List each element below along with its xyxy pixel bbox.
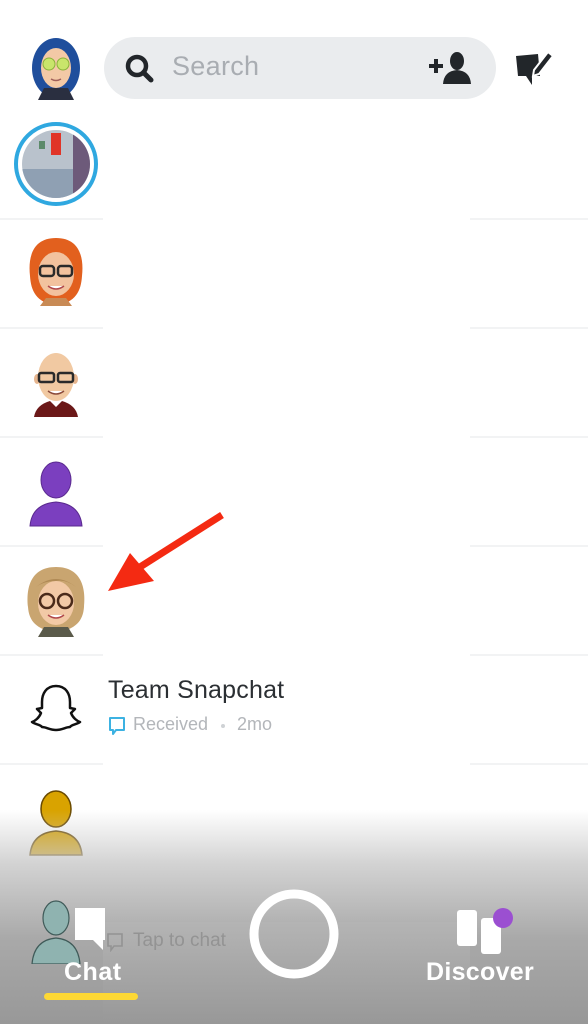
bitmoji-avatar-red-hair[interactable]: [22, 236, 90, 308]
bitmoji-avatar-bald[interactable]: [22, 345, 90, 417]
bitmoji-avatar-blonde[interactable]: [22, 565, 90, 637]
separator-dot: [221, 724, 225, 728]
new-chat-icon[interactable]: [512, 48, 556, 88]
active-tab-indicator: [44, 993, 138, 1000]
camera-capture-button[interactable]: [248, 888, 340, 980]
annotation-arrow: [100, 505, 235, 600]
discover-tab-icon[interactable]: [455, 906, 515, 956]
chat-status: Received: [133, 714, 209, 734]
search-input[interactable]: Search: [172, 51, 259, 82]
search-bar[interactable]: Search: [104, 37, 496, 99]
chat-tab-icon[interactable]: [73, 906, 111, 952]
chat-time: 2mo: [237, 714, 273, 734]
snapchat-ghost-icon: [26, 678, 86, 738]
tab-chat[interactable]: Chat: [64, 958, 122, 987]
received-chat-icon: [108, 716, 126, 736]
search-icon: [124, 53, 156, 85]
default-avatar-purple[interactable]: [22, 460, 90, 532]
chat-status: Tap to chat: [133, 930, 226, 951]
tab-discover[interactable]: Discover: [426, 958, 534, 987]
story-avatar[interactable]: [13, 121, 99, 207]
profile-avatar[interactable]: [26, 38, 86, 100]
add-friend-icon[interactable]: [428, 51, 472, 85]
chat-name: Team Snapchat: [108, 676, 285, 704]
